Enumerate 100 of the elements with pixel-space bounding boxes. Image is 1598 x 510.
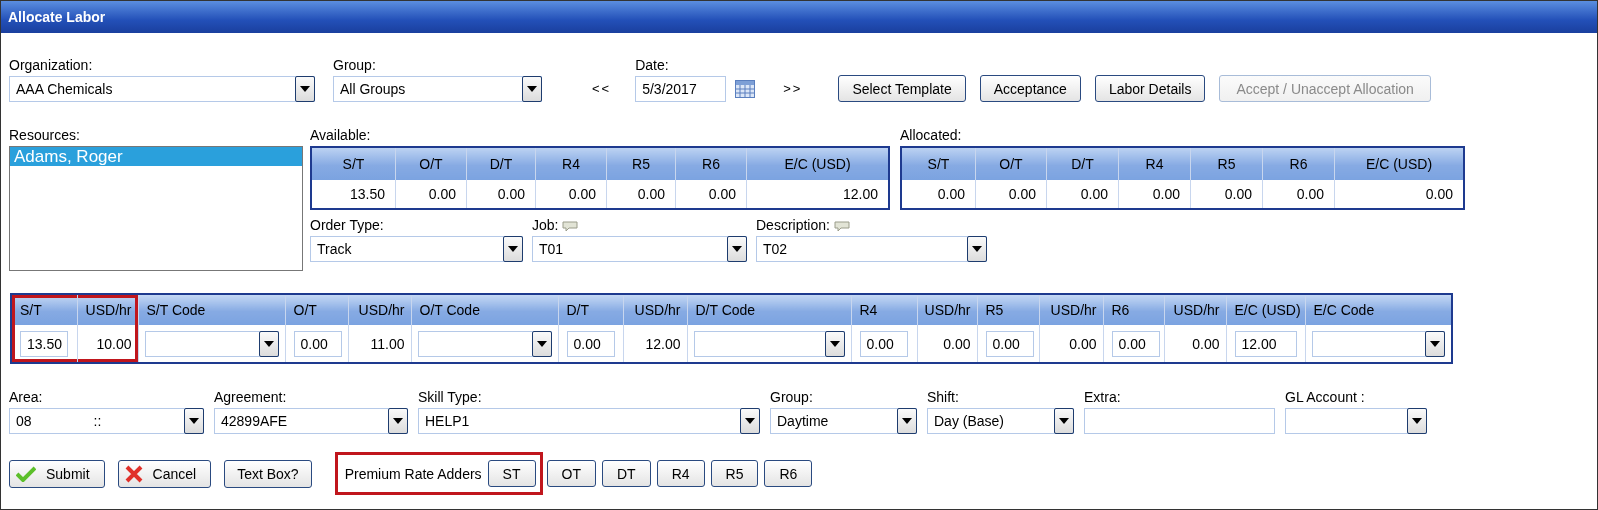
dropdown-field[interactable]: 08 :: [9, 408, 204, 434]
column-header: R4 [1118, 147, 1191, 180]
caret-icon [1430, 340, 1440, 347]
column-header: O/T [975, 147, 1047, 180]
column-header: R6 [675, 147, 747, 180]
table-cell: 0.00 [975, 180, 1047, 209]
table-label: Allocated: [900, 127, 963, 144]
code-dropdown[interactable] [1311, 330, 1445, 357]
column-header: S/T [11, 294, 77, 325]
action-button[interactable]: Labor Details [1094, 75, 1206, 102]
rate-button[interactable]: OT [546, 460, 596, 487]
table-cell: 0.00 [1190, 180, 1263, 209]
column-header: R5 [977, 294, 1039, 325]
hours-field[interactable]: 13.50 [20, 330, 68, 357]
table-cell: 0.00 [466, 180, 536, 209]
column-header: E/C (USD) [1334, 147, 1464, 180]
caret-icon [393, 418, 403, 424]
dropdown-field[interactable]: T01 [532, 236, 747, 262]
form-button[interactable]: Cancel [117, 459, 212, 488]
rate-button[interactable]: ST [487, 460, 536, 487]
table-cell: 0.00 [675, 180, 747, 209]
dropdown-field[interactable]: Day (Base) [927, 408, 1074, 434]
rate-button[interactable]: R4 [656, 460, 705, 487]
caret-icon [902, 418, 912, 424]
column-header: E/C (USD) [746, 147, 889, 180]
action-button[interactable]: Select Template [838, 75, 966, 102]
hours-field[interactable]: 0.00 [1111, 330, 1160, 357]
hours-field[interactable]: 0.00 [859, 330, 908, 357]
code-dropdown[interactable] [417, 330, 552, 357]
dropdown-button[interactable] [1425, 330, 1445, 357]
hours-field[interactable]: 0.00 [985, 330, 1034, 357]
table-cell: 0.00 [606, 180, 676, 209]
table-cell: 0.00 [1262, 180, 1335, 209]
caret-icon [1412, 418, 1422, 424]
date-field[interactable]: 5/3/2017 [635, 76, 727, 102]
table-cell: 12.00 [746, 180, 889, 209]
column-header: S/T Code [138, 294, 285, 325]
dropdown-button[interactable] [388, 408, 408, 434]
column-header: R6 [1262, 147, 1335, 180]
rate-button[interactable]: R6 [764, 460, 813, 487]
dropdown-field[interactable]: Track [310, 236, 523, 262]
dropdown-button[interactable] [727, 236, 747, 262]
dropdown-field[interactable]: HELP1 [418, 408, 760, 434]
field-label: Agreement: [214, 389, 288, 406]
form-button[interactable]: Text Box? [224, 459, 312, 488]
action-button[interactable]: Acceptance [979, 75, 1081, 102]
column-header: O/T [285, 294, 348, 325]
dropdown-button[interactable] [522, 76, 542, 102]
rate-button[interactable]: DT [601, 460, 651, 487]
field-label: Resources: [9, 127, 81, 144]
column-header: R4 [851, 294, 917, 325]
dropdown-button[interactable] [824, 330, 845, 357]
field-label: Date: [635, 57, 670, 74]
dropdown-button[interactable] [740, 408, 760, 434]
column-header: D/T [558, 294, 623, 325]
code-dropdown[interactable] [144, 330, 279, 357]
rate-value: 0.00 [1069, 335, 1097, 352]
checkmark-icon [16, 465, 36, 482]
dropdown-button[interactable] [503, 236, 523, 262]
rate-button[interactable]: R5 [710, 460, 759, 487]
code-dropdown[interactable] [693, 330, 845, 357]
column-header: R4 [535, 147, 607, 180]
caret-icon [508, 246, 518, 252]
organization-dropdown[interactable]: AAA Chemicals [9, 76, 315, 102]
hours-field[interactable]: 0.00 [293, 330, 342, 357]
next-date-link[interactable]: >> [783, 81, 803, 102]
dropdown-field[interactable]: 42899AFE [214, 408, 408, 434]
dropdown-button[interactable] [295, 76, 315, 102]
dropdown-button[interactable] [1054, 408, 1074, 434]
hours-field[interactable]: 12.00 [1234, 330, 1297, 357]
field-label: Skill Type: [418, 389, 483, 406]
window-title: Allocate Labor [8, 9, 106, 25]
dropdown-button[interactable] [1407, 408, 1427, 434]
caret-icon [732, 246, 742, 252]
rate-value: 0.00 [1192, 335, 1220, 352]
field-label: Group: [770, 389, 814, 406]
text-field[interactable] [1084, 408, 1275, 434]
caret-icon [829, 340, 840, 347]
dropdown-button[interactable] [258, 330, 279, 357]
column-header: D/T [466, 147, 536, 180]
previous-date-link[interactable]: << [592, 81, 612, 102]
hours-field[interactable]: 0.00 [566, 330, 615, 357]
dropdown-field[interactable]: Daytime [770, 408, 917, 434]
rate-value: 11.00 [370, 335, 405, 352]
dropdown-button[interactable] [897, 408, 917, 434]
field-label: Order Type: [310, 217, 384, 234]
group-dropdown[interactable]: All Groups [333, 76, 542, 102]
table-cell: 13.50 [311, 180, 396, 209]
column-header: USD/hr [623, 294, 687, 325]
dropdown-button[interactable] [184, 408, 204, 434]
calendar-icon[interactable] [735, 80, 756, 98]
dropdown-button[interactable] [531, 330, 552, 357]
dropdown-field[interactable] [1285, 408, 1427, 434]
form-button[interactable]: Submit [9, 459, 105, 488]
column-header: O/T [395, 147, 467, 180]
table-cell: 0.00 [395, 180, 467, 209]
caret-icon [536, 340, 547, 347]
dropdown-field[interactable]: T02 [756, 236, 987, 262]
column-header: S/T [311, 147, 396, 180]
dropdown-button[interactable] [967, 236, 987, 262]
